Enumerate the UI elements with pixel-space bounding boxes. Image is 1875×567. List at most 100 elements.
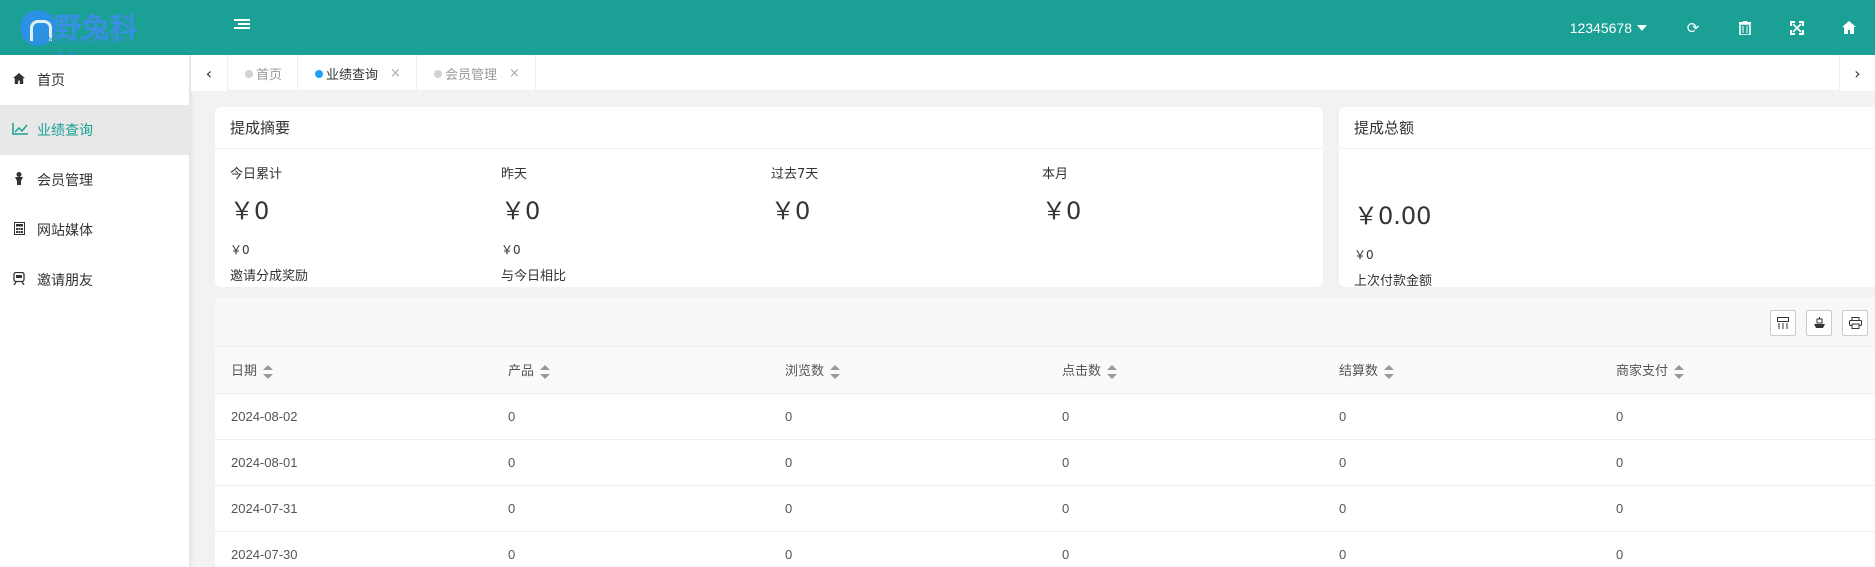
sidebar-item-performance[interactable]: 业绩查询 — [0, 105, 189, 155]
calculator-icon — [12, 222, 26, 238]
metric-small-value: ￥0 — [230, 243, 250, 257]
tab-bar: ‹ 首页 业绩查询 × 会员管理 × › — [191, 55, 1875, 91]
total-small-value: ￥0 — [1354, 248, 1374, 262]
table-row: 2024-08-01 0 0 0 0 0 — [215, 439, 1875, 486]
sidebar-item-label: 首页 — [37, 73, 65, 89]
menu-icon[interactable] — [234, 17, 250, 33]
sidebar-item-invite[interactable]: 邀请朋友 — [0, 255, 189, 305]
caret-down-icon — [1637, 24, 1647, 31]
metric-value: ￥0 — [501, 197, 541, 225]
total-card: 提成总额 ￥0.00 ￥0 上次付款金额 — [1339, 107, 1875, 287]
table-cell: 0 — [1046, 439, 1323, 486]
metric-label: 今日累计 — [230, 167, 283, 182]
metric-note: 与今日相比 — [501, 269, 567, 284]
sidebar-item-members[interactable]: 会员管理 — [0, 155, 189, 205]
metric-yesterday: 昨天 ￥0 ￥0 与今日相比 — [501, 163, 566, 284]
total-value: ￥0.00 — [1354, 202, 1432, 230]
sidebar-item-media[interactable]: 网站媒体 — [0, 205, 189, 255]
metric-value: ￥0 — [1042, 197, 1082, 225]
total-note: 上次付款金额 — [1354, 274, 1433, 287]
column-header-product[interactable]: 产品 — [492, 347, 769, 394]
header-actions: 12345678 ⟳ — [1570, 0, 1875, 55]
tab-members[interactable]: 会员管理 × — [417, 55, 536, 91]
metric-label: 过去7天 — [771, 167, 819, 182]
metric-small-value: ￥0 — [501, 243, 521, 257]
column-header-views[interactable]: 浏览数 — [769, 347, 1046, 394]
tab-label: 会员管理 — [444, 67, 497, 83]
trash-icon[interactable] — [1719, 0, 1771, 55]
sidebar-item-home[interactable]: 首页 — [0, 55, 189, 105]
table-cell: 2024-08-02 — [215, 393, 492, 440]
sort-icon[interactable] — [830, 364, 841, 379]
table-row: 2024-08-02 0 0 0 0 0 — [215, 393, 1875, 440]
table-cell: 2024-08-01 — [215, 439, 492, 486]
column-header-merchant-payment[interactable]: 商家支付 — [1600, 347, 1875, 394]
invite-icon — [12, 271, 26, 288]
table-cell: 0 — [492, 531, 769, 567]
table-cell: 0 — [1600, 393, 1875, 440]
table-row: 2024-07-31 0 0 0 0 0 — [215, 485, 1875, 532]
tab-dot — [433, 70, 442, 78]
table-cell: 0 — [492, 393, 769, 440]
metric-note: 邀请分成奖励 — [230, 269, 309, 284]
sort-icon[interactable] — [263, 364, 274, 379]
sidebar-item-label: 会员管理 — [37, 173, 93, 189]
logo[interactable]: 野兔科技 YETUKEJI.COM — [20, 6, 165, 83]
export-icon[interactable] — [1806, 310, 1832, 336]
sidebar-item-label: 网站媒体 — [37, 223, 93, 239]
summary-card: 提成摘要 今日累计 ￥0 ￥0 邀请分成奖励 昨天 ￥0 ￥0 与今日相比 过去… — [215, 107, 1323, 287]
tab-dot — [245, 70, 253, 78]
performance-table-panel: 日期 产品 浏览数 点击数 结算数 商家支付 2024-08-02 0 0 0 … — [215, 297, 1875, 567]
sidebar: 首页 业绩查询 会员管理 网站媒体 邀请朋友 — [0, 55, 190, 567]
sidebar-item-label: 邀请朋友 — [37, 273, 93, 289]
refresh-icon[interactable]: ⟳ — [1667, 0, 1719, 55]
column-header-settlements[interactable]: 结算数 — [1323, 347, 1600, 394]
table-cell: 0 — [1600, 485, 1875, 532]
close-icon[interactable]: × — [509, 66, 520, 81]
metric-today: 今日累计 ￥0 ￥0 邀请分成奖励 — [230, 163, 308, 284]
chevron-left-icon[interactable]: ‹ — [191, 55, 228, 91]
metric-value: ￥0 — [771, 197, 811, 225]
fullscreen-icon[interactable] — [1771, 0, 1823, 55]
metric-label: 本月 — [1042, 167, 1069, 182]
column-header-clicks[interactable]: 点击数 — [1046, 347, 1323, 394]
table-cell: 0 — [1600, 439, 1875, 486]
table-cell: 0 — [492, 485, 769, 532]
metric-value: ￥0 — [230, 197, 270, 225]
sort-icon[interactable] — [1674, 364, 1685, 379]
sort-icon[interactable] — [540, 364, 551, 379]
metric-total: ￥0.00 ￥0 上次付款金额 — [1354, 187, 1432, 287]
tab-label: 业绩查询 — [326, 67, 379, 83]
table-cell: 0 — [1323, 393, 1600, 440]
sidebar-item-label: 业绩查询 — [37, 123, 93, 139]
print-icon[interactable] — [1842, 310, 1868, 336]
tab-performance[interactable]: 业绩查询 × — [298, 55, 417, 91]
logo-subtitle: YETUKEJI.COM — [48, 36, 126, 46]
table-cell: 0 — [769, 439, 1046, 486]
user-menu[interactable]: 12345678 — [1570, 20, 1667, 36]
table-cell: 2024-07-30 — [215, 531, 492, 567]
table-cell: 2024-07-31 — [215, 485, 492, 532]
sort-icon[interactable] — [1107, 364, 1118, 379]
table-cell: 0 — [1046, 393, 1323, 440]
chevron-right-icon[interactable]: › — [1839, 55, 1875, 91]
home-icon[interactable] — [1823, 0, 1875, 55]
close-icon[interactable]: × — [390, 66, 401, 81]
total-title: 提成总额 — [1339, 107, 1875, 149]
columns-icon[interactable] — [1770, 310, 1796, 336]
user-icon — [12, 172, 26, 188]
sort-icon[interactable] — [1384, 364, 1395, 379]
top-header: 野兔科技 YETUKEJI.COM 12345678 ⟳ — [0, 0, 1875, 83]
column-header-date[interactable]: 日期 — [215, 347, 492, 394]
chart-icon — [12, 122, 28, 138]
metric-last-7-days: 过去7天 ￥0 — [771, 163, 818, 226]
table-cell: 0 — [1600, 531, 1875, 567]
table-cell: 0 — [1046, 531, 1323, 567]
tab-dot — [315, 70, 324, 78]
table-cell: 0 — [1323, 485, 1600, 532]
table-cell: 0 — [1323, 531, 1600, 567]
metric-this-month: 本月 ￥0 — [1042, 163, 1081, 226]
table-toolbar — [215, 297, 1875, 347]
username: 12345678 — [1569, 19, 1632, 36]
tab-home[interactable]: 首页 — [228, 55, 299, 91]
